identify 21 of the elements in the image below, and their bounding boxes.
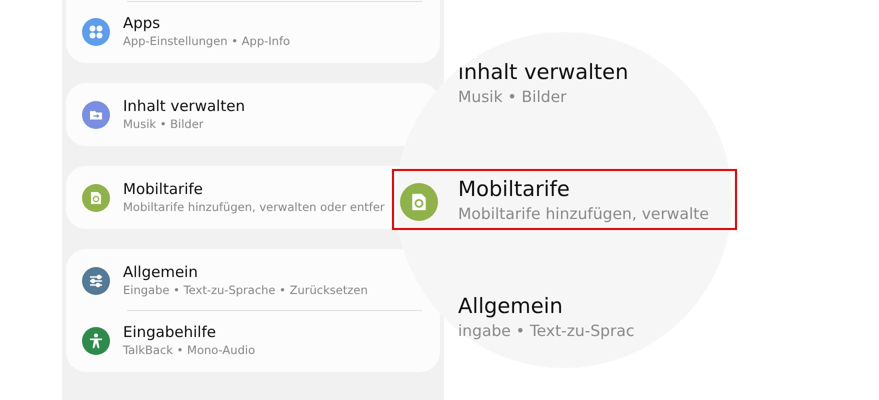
item-subtitle: Musik • Bilder [458,86,568,108]
item-title: Apps [123,13,162,33]
item-subtitle: Mobiltarife hinzufügen, verwalte [458,204,709,224]
item-title: ınhalt verwalten [458,58,628,86]
item-subtitle: TalkBack • Mono-Audio [123,342,256,359]
settings-item[interactable]: Inhalt verwalten Musik • Bilder [66,89,245,140]
item-subtitle: Mobiltarife hinzufügen, verwalten oder entfer [123,199,385,216]
item-subtitle: Eingabe • Text-zu-Sprache • Zurücksetzen [123,282,368,299]
item-subtitle: Musik • Bilder [123,116,205,133]
item-title: Mobiltarife [123,179,204,199]
settings-item[interactable]: Mobiltarife Mobiltarife hinzufügen, verwalten oder entfer [66,172,385,223]
item-title: Allgemein [123,262,199,282]
item-title: Eingabehilfe [123,322,217,342]
item-subtitle: App-Einstellungen • App-Info [123,33,290,50]
item-title: Mobiltarife [458,176,571,202]
item-subtitle: ingabe • Text-zu-Sprac [458,320,634,342]
settings-item[interactable]: Eingabehilfe TalkBack • Mono-Audio [66,315,256,366]
settings-item[interactable]: Allgemein Eingabe • Text-zu-Sprache • Zurücksetzen [66,255,368,306]
item-title: Inhalt verwalten [123,96,245,116]
settings-item[interactable]: Apps App-Einstellungen • App-Info [66,6,290,57]
item-title: Allgemein [458,292,564,320]
